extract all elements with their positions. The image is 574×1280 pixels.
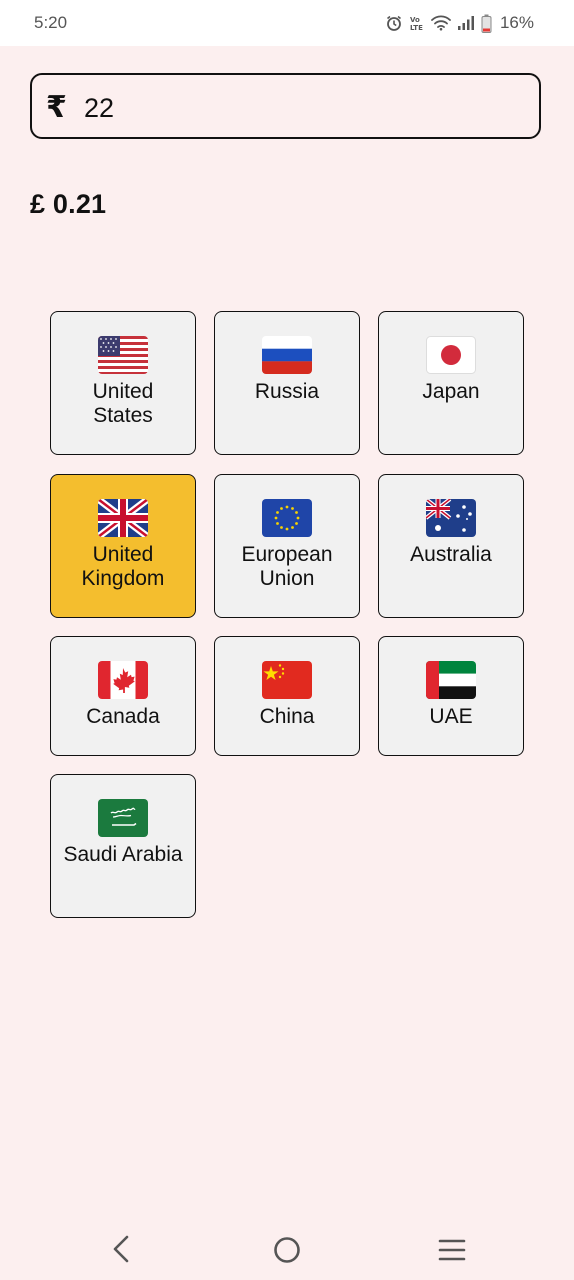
- russia-flag-icon: [262, 336, 312, 374]
- saudi-flag-icon: [98, 799, 148, 837]
- country-label: Japan: [422, 380, 480, 403]
- country-label: United States: [92, 380, 154, 427]
- tile-china[interactable]: China: [214, 636, 360, 756]
- tile-russia[interactable]: Russia: [214, 311, 360, 455]
- country-label: Canada: [86, 705, 160, 728]
- country-label: UAE: [429, 705, 473, 728]
- australia-flag-icon: [426, 499, 476, 537]
- uk-flag-icon: [98, 499, 148, 537]
- country-label: United Kingdom: [81, 543, 165, 590]
- status-time: 5:20: [34, 13, 68, 32]
- country-label: Saudi Arabia: [63, 843, 183, 866]
- uae-flag-icon: [426, 661, 476, 699]
- amount-input[interactable]: [82, 87, 516, 129]
- svg-text:Vo: Vo: [410, 16, 420, 24]
- alarm-icon: [385, 14, 403, 32]
- us-flag-icon: [98, 336, 148, 374]
- navigation-bar: [0, 1218, 574, 1280]
- battery-icon: [481, 14, 492, 33]
- status-bar: 5:20 Vo LTE 16%: [0, 0, 574, 46]
- conversion-result: £ 0.21: [30, 189, 107, 219]
- battery-percent: 16%: [499, 13, 534, 32]
- volte-icon: Vo LTE: [409, 14, 425, 32]
- back-icon[interactable]: [108, 1234, 134, 1264]
- tile-japan[interactable]: Japan: [378, 311, 524, 455]
- japan-flag-icon: [426, 336, 476, 374]
- tile-saudi-arabia[interactable]: Saudi Arabia: [50, 774, 196, 918]
- country-label: Australia: [410, 543, 492, 566]
- country-label: European Union: [241, 543, 333, 590]
- rupee-symbol: ₹: [46, 90, 67, 125]
- tile-united-kingdom[interactable]: United Kingdom: [50, 474, 196, 618]
- country-label: Russia: [254, 380, 320, 403]
- tile-uae[interactable]: UAE: [378, 636, 524, 756]
- tile-canada[interactable]: Canada: [50, 636, 196, 756]
- tile-european-union[interactable]: European Union: [214, 474, 360, 618]
- tile-australia[interactable]: Australia: [378, 474, 524, 618]
- country-label: China: [259, 705, 315, 728]
- currency-grid: United States Russia Japan United Kingdo…: [50, 311, 525, 921]
- recents-icon[interactable]: [437, 1238, 467, 1262]
- wifi-icon: [431, 15, 451, 31]
- svg-text:LTE: LTE: [410, 24, 423, 32]
- canada-flag-icon: [98, 661, 148, 699]
- status-icons: Vo LTE 16%: [385, 11, 534, 35]
- amount-field[interactable]: ₹: [30, 73, 541, 139]
- tile-united-states[interactable]: United States: [50, 311, 196, 455]
- signal-icon: [457, 15, 475, 31]
- home-icon[interactable]: [272, 1235, 302, 1265]
- china-flag-icon: [262, 661, 312, 699]
- eu-flag-icon: [262, 499, 312, 537]
